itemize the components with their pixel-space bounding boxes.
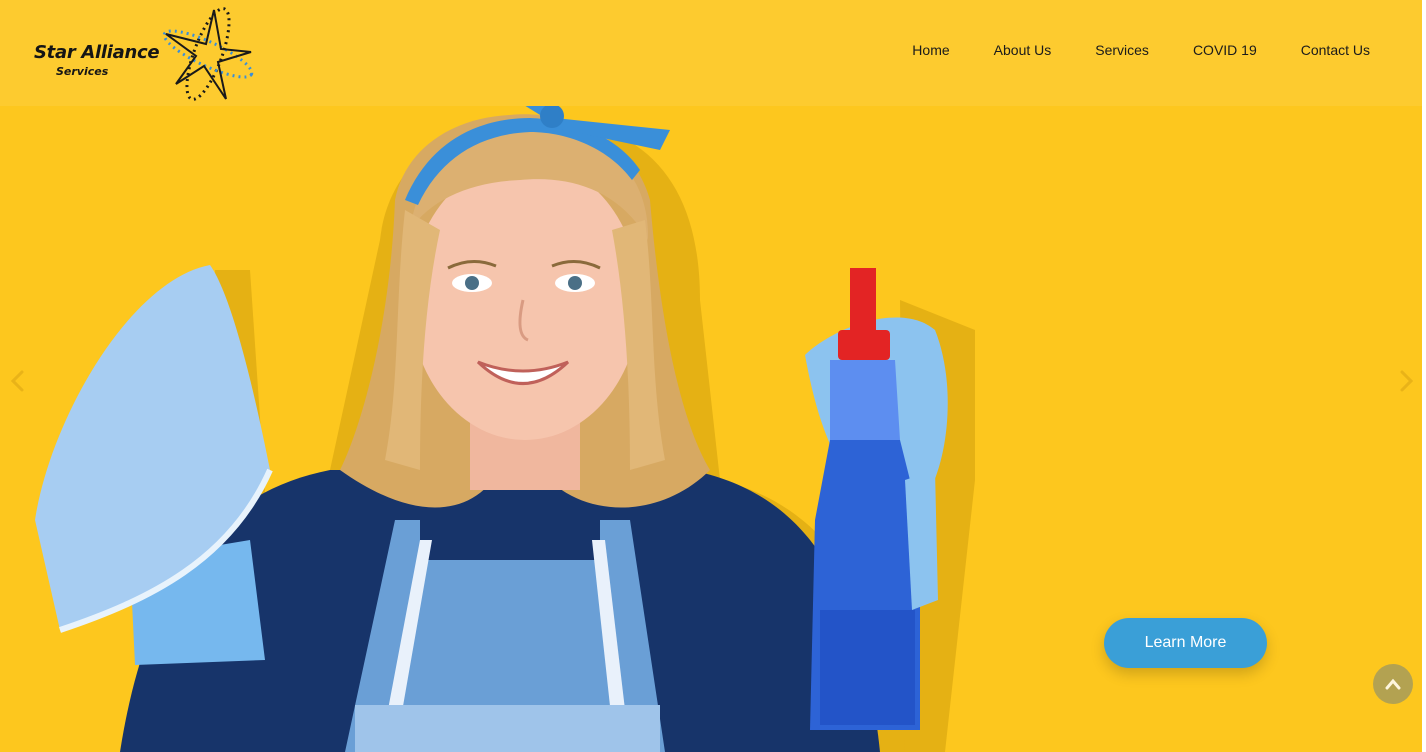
nav-services[interactable]: Services <box>1095 40 1149 60</box>
brand-title: Star Alliance <box>34 42 160 63</box>
site-header: Star Alliance Services Home About Us Ser… <box>0 0 1422 106</box>
nav-contact-us[interactable]: Contact Us <box>1301 40 1370 60</box>
brand-subtitle: Services <box>56 65 109 78</box>
carousel-prev-button[interactable] <box>6 366 30 396</box>
nav-home[interactable]: Home <box>912 40 949 60</box>
chevron-right-icon <box>1400 370 1414 392</box>
page-edge <box>1422 0 1426 752</box>
chevron-left-icon <box>10 370 24 392</box>
learn-more-button[interactable]: Learn More <box>1104 618 1267 668</box>
brand-logo[interactable]: Star Alliance Services <box>28 4 258 106</box>
nav-about-us[interactable]: About Us <box>994 40 1052 60</box>
carousel-next-button[interactable] <box>1394 366 1418 396</box>
nav-covid-19[interactable]: COVID 19 <box>1193 40 1257 60</box>
scroll-to-top-button[interactable] <box>1373 664 1413 704</box>
chevron-up-icon <box>1385 678 1401 690</box>
main-nav: Home About Us Services COVID 19 Contact … <box>912 40 1370 60</box>
star-orbit-icon <box>162 7 254 101</box>
